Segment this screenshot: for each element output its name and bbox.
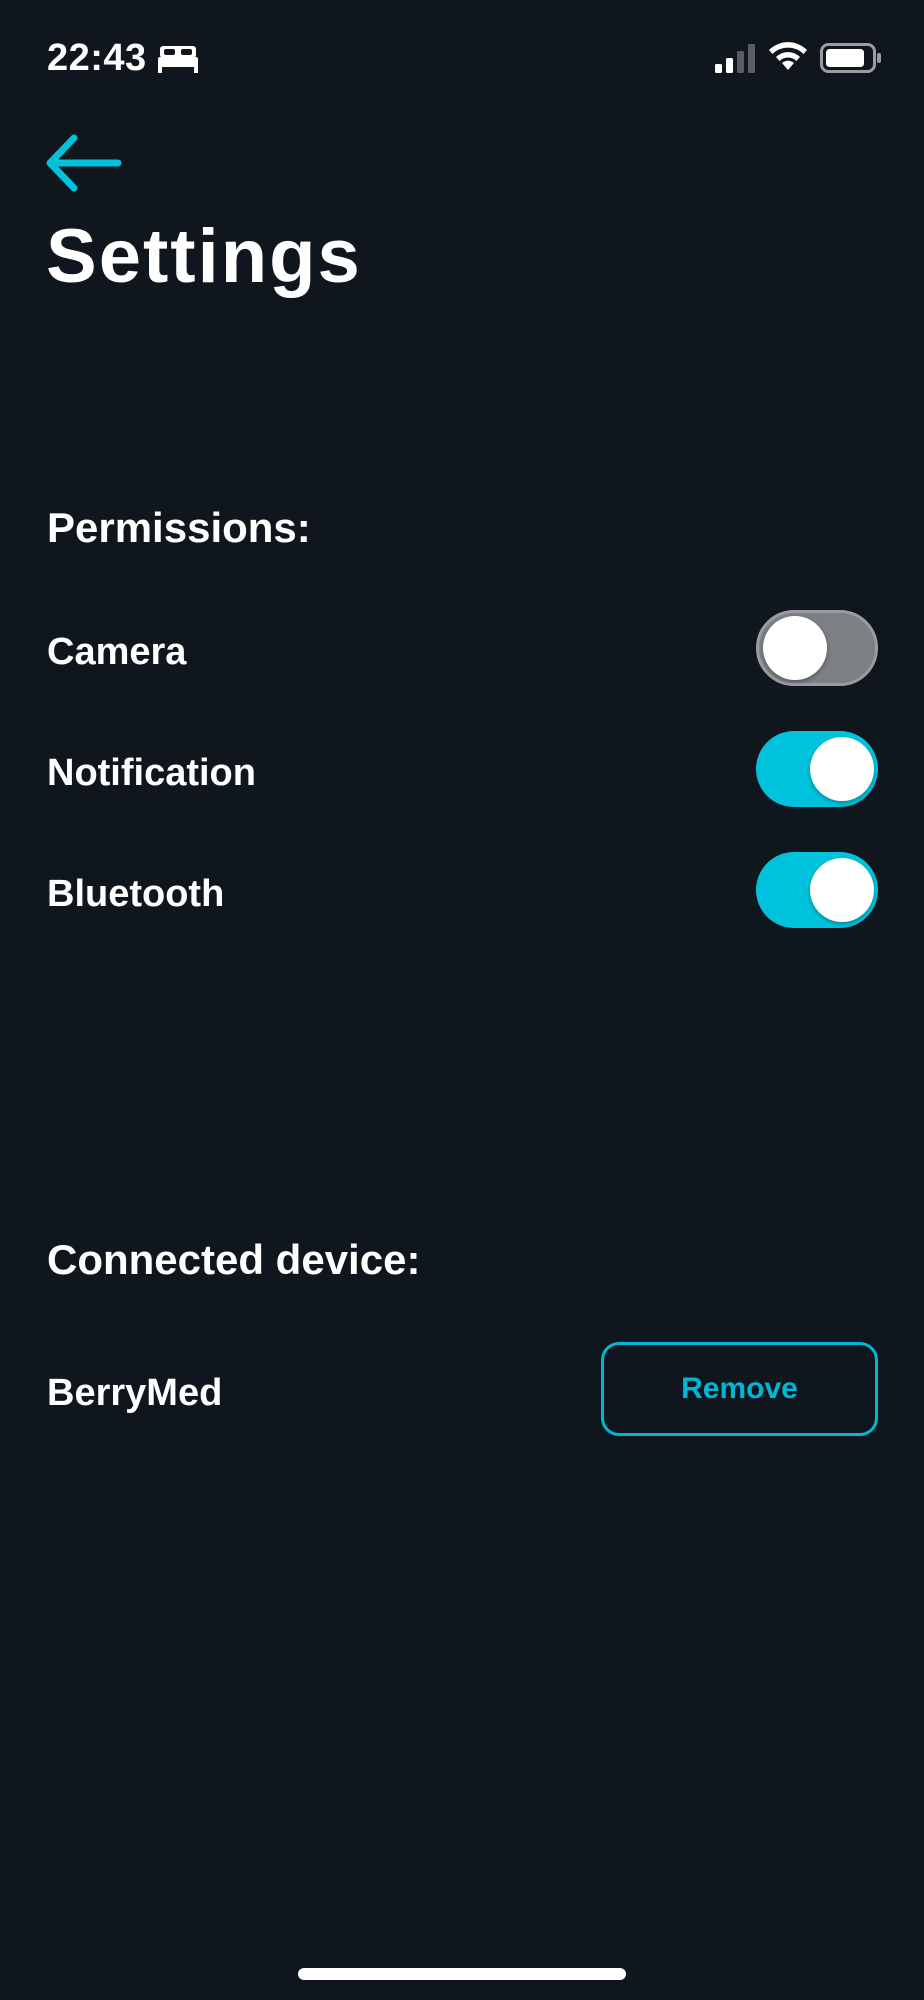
page-title: Settings <box>46 214 362 299</box>
permission-label-bluetooth: Bluetooth <box>47 873 225 915</box>
toggle-knob <box>763 616 827 680</box>
device-name: BerryMed <box>47 1372 223 1414</box>
remove-device-button[interactable]: Remove <box>601 1342 878 1436</box>
bed-icon <box>158 46 198 73</box>
signal-icon <box>715 44 755 73</box>
connected-device-heading: Connected device: <box>47 1236 421 1283</box>
permission-label-camera: Camera <box>47 631 187 673</box>
toggle-knob <box>810 858 874 922</box>
back-button[interactable] <box>44 126 124 196</box>
status-bar: 22:43 <box>0 0 924 110</box>
toggle-knob <box>810 737 874 801</box>
camera-toggle[interactable] <box>756 610 878 686</box>
status-time: 22:43 <box>47 37 147 79</box>
home-indicator <box>298 1968 626 1980</box>
notification-toggle[interactable] <box>756 731 878 807</box>
battery-icon <box>820 43 881 73</box>
arrow-left-icon <box>46 134 122 192</box>
bluetooth-toggle[interactable] <box>756 852 878 928</box>
permission-label-notification: Notification <box>47 752 256 794</box>
wifi-icon <box>769 42 807 70</box>
permissions-heading: Permissions: <box>47 504 311 551</box>
